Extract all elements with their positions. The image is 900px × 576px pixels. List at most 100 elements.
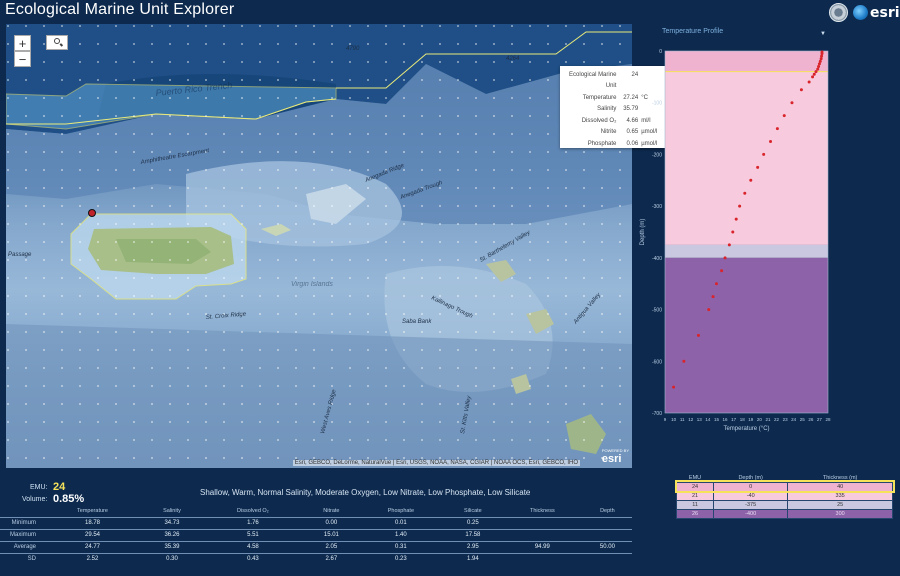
temperature-point	[714, 282, 718, 286]
temperature-point	[711, 295, 715, 299]
popup-key: Dissolved O₂	[581, 117, 617, 124]
noaa-logo-icon	[829, 3, 848, 22]
stats-cell: 2.67	[304, 552, 358, 565]
y-tick-label: -300	[652, 204, 662, 210]
stats-column-header: Depth	[600, 508, 615, 515]
emu-cell-depth: -400	[713, 508, 789, 519]
y-tick-label: -100	[652, 101, 662, 107]
emu-stats-panel: EMU: 24 Volume: 0.85% Shallow, Warm, Nor…	[0, 476, 640, 576]
stats-column-header: Temperature	[77, 508, 108, 515]
emu-row[interactable]: 11 -375 25	[675, 499, 893, 510]
stats-cell: 18.78	[42, 516, 143, 529]
temperature-point	[707, 308, 711, 312]
temperature-point	[682, 359, 686, 363]
depth-band-11	[665, 244, 828, 258]
stats-cell: 34.73	[142, 516, 201, 529]
esri-globe-icon	[853, 5, 868, 20]
emu-description: Shallow, Warm, Normal Salinity, Moderate…	[200, 488, 531, 497]
map-label: Passage	[8, 252, 32, 258]
emu-cell-thickness: 25	[787, 499, 893, 510]
x-tick-label: 14	[705, 417, 711, 422]
temperature-point	[723, 256, 727, 260]
emu-row[interactable]: 21 -40 335	[675, 490, 893, 501]
emu-value: 24	[53, 481, 66, 493]
stats-table: Temperature Salinity Dissolved O₂ Nitrate Ph…	[0, 506, 632, 565]
stats-row: SD 2.52 0.30 0.43 2.67 0.23 1.94	[0, 552, 632, 565]
depth-band-21	[665, 71, 828, 245]
emu-column-header: Thickness (m)	[822, 474, 858, 481]
temperature-point	[782, 114, 786, 118]
stats-row-label: Average	[0, 540, 42, 553]
zoom-out-button[interactable]: −	[14, 51, 31, 67]
stats-cell	[501, 552, 583, 565]
temperature-point	[816, 67, 820, 71]
map-label: 4264	[506, 56, 520, 62]
temperature-point	[814, 70, 818, 74]
map-label: 4790	[346, 46, 360, 52]
temperature-point	[734, 217, 738, 221]
emu-cell-thickness: 300	[787, 508, 893, 519]
stats-column-header: Nitrate	[323, 508, 340, 515]
popup-key: Ecological Marine	[569, 71, 617, 78]
emu-cell-depth: 0	[713, 481, 789, 492]
x-tick-label: 21	[765, 417, 771, 422]
emu-row[interactable]: 24 0 40	[674, 480, 895, 493]
temperature-point	[769, 140, 773, 143]
temperature-point	[817, 65, 821, 69]
y-tick-label: -200	[652, 152, 662, 158]
temperature-point	[749, 178, 753, 182]
y-tick-label: -600	[652, 359, 662, 365]
map-view[interactable]: 4790 4264 Puerto Rico Trench Amphitheatr…	[6, 24, 632, 468]
stats-cell: 15.01	[304, 528, 358, 541]
stats-cell: 1.94	[443, 552, 502, 565]
emu-row[interactable]: 26 -400 300	[675, 508, 893, 519]
stats-cell	[582, 528, 632, 541]
emu-layer-table: EMU Depth (m) Thickness (m) 24 0 40 21 -40 335 1…	[674, 474, 895, 519]
temperature-point	[790, 101, 794, 105]
stats-cell: 24.77	[42, 540, 143, 553]
stats-cell: 2.52	[42, 552, 143, 565]
app-title: Ecological Marine Unit Explorer	[5, 1, 235, 18]
map-label: Saba Bank	[402, 319, 432, 325]
x-tick-label: 11	[680, 417, 685, 422]
map-basemap: 4790 4264 Puerto Rico Trench Amphitheatr…	[6, 24, 632, 468]
stats-cell: 35.39	[142, 540, 201, 553]
stats-cell: 50.00	[582, 540, 632, 553]
temperature-profile-chart: 0 -100 -200 -300 -400 -500 -600 -7009 10 11 12 13 14…	[640, 49, 831, 432]
zoom-in-button[interactable]: +	[14, 35, 31, 51]
profile-variable-dropdown[interactable]: Temperature Profile ▼	[662, 28, 828, 42]
map-label: Virgin Islands	[291, 281, 333, 288]
stats-column-header: Dissolved O₂	[237, 508, 269, 515]
temperature-point	[762, 152, 766, 156]
map-attribution: Esri, GEBCO, DeLorme, NaturalVue | Esri,…	[292, 460, 580, 466]
stats-row-label: Minimum	[0, 516, 42, 529]
stats-row: Maximum 29.54 36.26 5.51 15.01 1.40 17.58	[0, 528, 632, 541]
stats-row-label: Maximum	[0, 528, 42, 541]
search-button[interactable]	[46, 35, 68, 50]
volume-value: 0.85%	[53, 493, 85, 505]
temperature-point	[727, 243, 731, 247]
popup-key: Temperature	[582, 94, 617, 101]
stats-cell: 36.26	[142, 528, 201, 541]
emu-cell-id: 21	[675, 490, 715, 501]
temperature-point	[720, 269, 724, 273]
emu-cell-id: 26	[675, 508, 715, 519]
x-tick-label: 24	[791, 417, 797, 422]
temperature-point	[817, 62, 821, 66]
stats-cell: 0.23	[357, 552, 444, 565]
profile-dropdown-label: Temperature Profile	[662, 28, 724, 35]
stats-cell: 0.00	[304, 516, 358, 529]
stats-cell	[582, 552, 632, 565]
emu-cell-id: 11	[675, 499, 715, 510]
popup-key: Phosphate	[587, 140, 617, 147]
popup-key: Salinity	[597, 106, 617, 113]
stats-cell: 4.58	[200, 540, 305, 553]
temperature-point	[807, 80, 811, 84]
emu-cell-id: 24	[675, 481, 715, 492]
x-tick-label: 27	[817, 417, 823, 422]
powered-by-logo: esri	[601, 453, 622, 465]
volume-label: Volume:	[22, 496, 48, 503]
stats-cell	[501, 528, 583, 541]
x-tick-label: 22	[774, 417, 780, 422]
temperature-point	[696, 333, 700, 337]
